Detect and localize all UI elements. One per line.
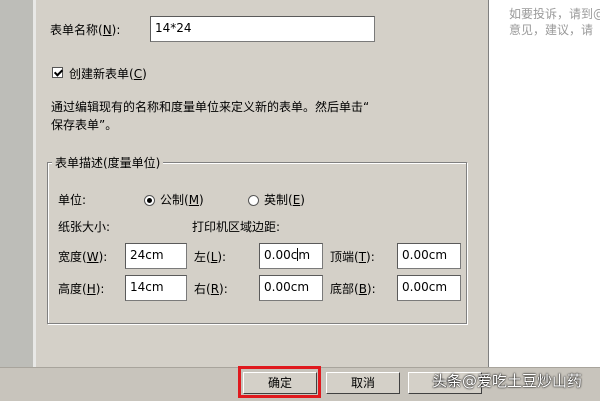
imperial-radio[interactable] xyxy=(248,195,259,206)
side-hint-line-1: 如要投诉，请到@ xyxy=(509,7,600,21)
top-margin-input[interactable]: 0.00cm xyxy=(397,243,461,269)
height-label: 高度(H): xyxy=(58,282,105,296)
background-window-strip xyxy=(0,0,36,400)
bottom-margin-input[interactable]: 0.00cm xyxy=(397,275,461,301)
unit-label: 单位: xyxy=(58,193,87,207)
left-margin-label: 左(L): xyxy=(194,250,227,264)
form-name-label: 表单名称(N): xyxy=(50,23,121,37)
printer-margin-label: 打印机区域边距: xyxy=(192,220,281,234)
description-line-2: 保存表单”。 xyxy=(51,118,118,132)
top-margin-label: 顶端(T): xyxy=(330,250,375,264)
width-input[interactable]: 24cm xyxy=(125,243,187,269)
create-new-form-label[interactable]: 创建新表单(C) xyxy=(69,66,147,82)
watermark: 头条@爱吃土豆炒山药 xyxy=(432,372,583,390)
width-label: 宽度(W): xyxy=(58,250,108,264)
side-web-panel: 如要投诉，请到@ 意见，建议，请 xyxy=(489,0,600,367)
bottom-margin-label: 底部(B): xyxy=(330,282,376,296)
form-properties-dialog: 表单名称(N): 14*24 创建新表单(C) 通过编辑现有的名称和度量单位来定… xyxy=(36,0,489,367)
paper-size-label: 纸张大小: xyxy=(58,220,111,234)
group-title: 表单描述(度量单位) xyxy=(52,155,164,171)
ok-button-highlight xyxy=(238,366,321,398)
imperial-label[interactable]: 英制(E) xyxy=(264,192,305,208)
right-margin-input[interactable]: 0.00cm xyxy=(259,275,323,301)
right-margin-label: 右(R): xyxy=(194,282,228,296)
cancel-button[interactable]: 取消 xyxy=(326,372,400,394)
metric-label[interactable]: 公制(M) xyxy=(160,192,204,208)
description-line-1: 通过编辑现有的名称和度量单位来定义新的表单。然后单击“ xyxy=(51,100,370,114)
left-margin-input[interactable]: 0.00cm xyxy=(259,243,323,269)
height-input[interactable]: 14cm xyxy=(125,275,187,301)
form-name-input[interactable]: 14*24 xyxy=(150,16,375,42)
create-new-form-checkbox[interactable] xyxy=(52,67,63,78)
side-hint-line-2: 意见，建议，请 xyxy=(509,23,594,37)
metric-radio[interactable] xyxy=(144,195,155,206)
